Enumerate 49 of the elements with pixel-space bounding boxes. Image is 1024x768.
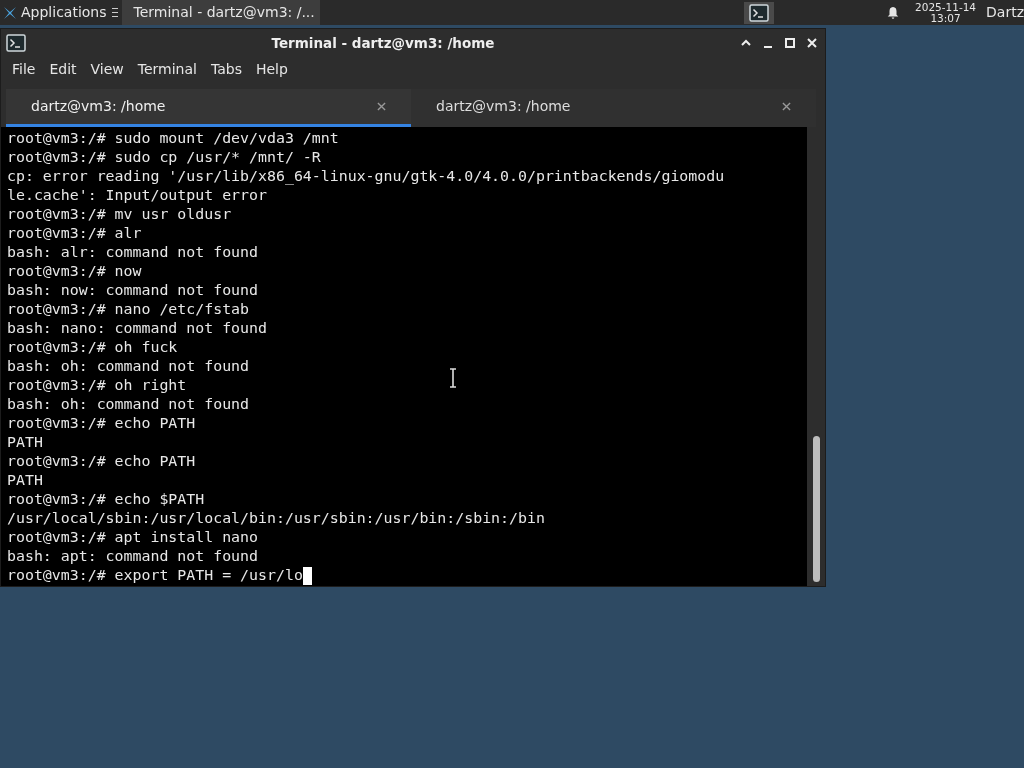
clock[interactable]: 2025-11-14 13:07 — [915, 1, 977, 24]
scrollbar[interactable] — [807, 127, 825, 586]
menu-item[interactable]: Help — [248, 58, 295, 80]
applications-menu[interactable]: Applications — [0, 0, 122, 25]
menu-icon — [111, 8, 118, 17]
text-cursor — [302, 566, 312, 585]
logo-icon — [2, 4, 18, 21]
terminal-launcher[interactable] — [744, 1, 774, 24]
window-title: Terminal - dartz@vm3: /home — [270, 33, 496, 53]
terminal-icon — [6, 34, 26, 52]
menu-item[interactable]: View — [83, 58, 131, 80]
maximize-icon[interactable] — [784, 37, 796, 49]
terminal-line: root@vm3:/# oh fuck — [7, 338, 178, 357]
close-tab-icon[interactable] — [377, 102, 386, 111]
terminal-line: root@vm3:/# alr — [7, 224, 142, 243]
menu-item[interactable]: Tabs — [203, 58, 249, 80]
terminal-line: root@vm3:/# mv usr oldusr — [7, 205, 232, 224]
terminal-line: le.cache': Input/output error — [7, 186, 267, 205]
terminal-line: root@vm3:/# now — [7, 262, 142, 281]
close-icon[interactable] — [806, 37, 818, 49]
terminal-line: bash: alr: command not found — [7, 243, 259, 262]
menu-item[interactable]: Terminal — [130, 58, 204, 80]
terminal-line: root@vm3:/# echo PATH — [7, 414, 196, 433]
terminal-line: root@vm3:/# echo $PATH — [7, 490, 205, 509]
terminal-line: bash: nano: command not found — [7, 319, 267, 338]
terminal-tab[interactable]: dartz@vm3: /home — [6, 89, 411, 127]
terminal-line: root@vm3:/# apt install nano — [7, 528, 259, 547]
terminal-line: root@vm3:/# export PATH = /usr/lo — [7, 566, 303, 585]
terminal-line: cp: error reading '/usr/lib/x86_64-linux-gnu/gtk-4.0/4.0.0/printbackends/giomodu — [7, 167, 725, 186]
terminal-line: bash: apt: command not found — [7, 547, 259, 566]
terminal-line: PATH — [7, 471, 43, 490]
menu-item[interactable]: File — [5, 58, 43, 80]
terminal-icon — [749, 3, 769, 22]
terminal-line: root@vm3:/# sudo mount /dev/vda3 /mnt — [7, 129, 339, 148]
terminal-line: root@vm3:/# nano /etc/fstab — [7, 300, 250, 319]
mouse-cursor-icon — [449, 368, 457, 388]
user-name[interactable]: Dartz — [986, 2, 1024, 23]
terminal-line: root@vm3:/# oh right — [7, 376, 187, 395]
terminal-line: bash: now: command not found — [7, 281, 259, 300]
terminal-line: PATH — [7, 433, 43, 452]
terminal-line: root@vm3:/# echo PATH — [7, 452, 196, 471]
notification-bell-icon[interactable] — [886, 5, 900, 20]
terminal-line: /usr/local/sbin:/usr/local/bin:/usr/sbin:/usr/bin:/sbin:/bin — [7, 509, 545, 528]
terminal-line: bash: oh: command not found — [7, 357, 250, 376]
menu-item[interactable]: Edit — [42, 58, 84, 80]
terminal-line: root@vm3:/# sudo cp /usr/* /mnt/ -R — [7, 148, 321, 167]
terminal-line: bash: oh: command not found — [7, 395, 250, 414]
close-tab-icon[interactable] — [782, 102, 791, 111]
taskbar-button[interactable]: Terminal - dartz@vm3: /... — [121, 0, 320, 25]
